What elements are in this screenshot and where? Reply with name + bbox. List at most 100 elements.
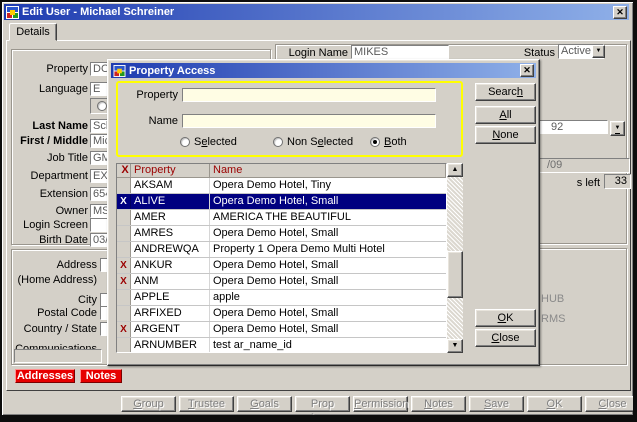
table-header-row: X Property Name <box>117 164 446 178</box>
ok-button[interactable]: OK <box>527 396 582 412</box>
property-table: X Property Name AKSAM Opera Demo Hotel, … <box>116 163 447 353</box>
dialog-name-input[interactable] <box>182 114 436 128</box>
dialog-property-input[interactable] <box>182 88 436 102</box>
scroll-up-icon[interactable]: ▲ <box>447 163 463 177</box>
country-state-label: Country / State <box>2 322 97 336</box>
notes-red-button[interactable]: Notes <box>80 369 122 383</box>
notes-button[interactable]: Notes <box>411 396 466 412</box>
cell-x: X <box>117 258 131 273</box>
trustee-button[interactable]: Trustee <box>179 396 234 412</box>
status-label: Status <box>502 46 555 60</box>
cell-x <box>117 226 131 241</box>
dialog-property-label: Property <box>118 88 178 102</box>
window-titlebar[interactable]: Edit User - Michael Schreiner ✕ <box>4 4 629 20</box>
last-name-label: Last Name <box>2 119 88 133</box>
header-property: Property <box>131 164 210 177</box>
addresses-button[interactable]: Addresses <box>15 369 75 383</box>
header-x: X <box>117 164 131 177</box>
tab-details[interactable]: Details <box>9 23 57 41</box>
radio-both-dot <box>370 137 380 147</box>
table-row[interactable]: ARFIXED Opera Demo Hotel, Small <box>117 306 446 322</box>
table-row[interactable]: X ANKUR Opera Demo Hotel, Small <box>117 258 446 274</box>
cell-name: Opera Demo Hotel, Small <box>210 306 446 321</box>
all-button[interactable]: All <box>475 106 536 124</box>
radio-selected-label: Selected <box>194 136 237 148</box>
table-row[interactable]: X ANM Opera Demo Hotel, Small <box>117 274 446 290</box>
table-scrollbar[interactable]: ▲ ▼ <box>447 163 463 353</box>
job-title-label: Job Title <box>2 151 88 165</box>
cell-x: X <box>117 194 131 209</box>
lov-button[interactable]: ▼ <box>610 121 625 136</box>
cell-property: AMRES <box>131 226 210 241</box>
rms-text-fragment: RMS <box>541 313 565 325</box>
table-row[interactable]: AKSAM Opera Demo Hotel, Tiny <box>117 178 446 194</box>
table-row[interactable]: APPLE apple <box>117 290 446 306</box>
scroll-down-icon[interactable]: ▼ <box>447 339 463 353</box>
header-name: Name <box>210 164 446 177</box>
cell-x: X <box>117 322 131 337</box>
prop-acc-button[interactable]: Prop Acc... <box>295 396 350 412</box>
dialog-titlebar[interactable]: Property Access ✕ <box>111 63 536 78</box>
language-label: Language <box>2 82 88 96</box>
cell-name: apple <box>210 290 446 305</box>
cell-property: APPLE <box>131 290 210 305</box>
cell-x <box>117 338 131 353</box>
radio-non-selected-label: Non Selected <box>287 136 353 148</box>
login-name-label: Login Name <box>278 46 348 60</box>
none-button[interactable]: None <box>475 126 536 144</box>
table-row[interactable]: ANDREWQA Property 1 Opera Demo Multi Hot… <box>117 242 446 258</box>
extension-label: Extension <box>2 187 88 201</box>
cell-name: Opera Demo Hotel, Small <box>210 274 446 289</box>
radio-selected[interactable]: Selected <box>180 136 237 148</box>
window-title: Edit User - Michael Schreiner <box>22 6 610 18</box>
permission-button[interactable]: Permission <box>353 396 408 412</box>
dialog-close-button[interactable]: Close <box>475 329 536 347</box>
radio-both[interactable]: Both <box>370 136 407 148</box>
cell-name: AMERICA THE BEAUTIFUL <box>210 210 446 225</box>
table-row[interactable]: X ARGENT Opera Demo Hotel, Small <box>117 322 446 338</box>
save-button[interactable]: Save <box>469 396 524 412</box>
radio-both-label: Both <box>384 136 407 148</box>
radio-dot <box>97 101 107 111</box>
logins-left-value: 33 <box>604 174 631 189</box>
first-middle-label: First / Middle <box>2 134 88 148</box>
cell-property: ARGENT <box>131 322 210 337</box>
scrollbar-thumb[interactable] <box>447 251 463 298</box>
group-button[interactable]: Group <box>121 396 176 412</box>
table-row[interactable]: AMRES Opera Demo Hotel, Small <box>117 226 446 242</box>
dialog-name-label: Name <box>118 114 178 128</box>
login-screen-label: Login Screen <box>2 218 88 232</box>
cell-name: test ar_name_id <box>210 338 446 353</box>
radio-non-selected-dot <box>273 137 283 147</box>
dialog-close-icon[interactable]: ✕ <box>520 64 534 77</box>
department-label: Department <box>2 169 88 183</box>
dialog-ok-button[interactable]: OK <box>475 309 536 327</box>
cell-property: ARFIXED <box>131 306 210 321</box>
close-icon[interactable]: ✕ <box>613 6 627 19</box>
address-label: Address <box>2 258 97 272</box>
close-button[interactable]: Close <box>585 396 637 412</box>
table-row[interactable]: AMER AMERICA THE BEAUTIFUL <box>117 210 446 226</box>
lov-arrow-icon: ▼ <box>615 124 621 134</box>
edit-user-window: Edit User - Michael Schreiner ✕ Details … <box>0 0 637 422</box>
status-dropdown-arrow-icon[interactable]: ▼ <box>592 45 605 58</box>
cell-name: Opera Demo Hotel, Tiny <box>210 178 446 193</box>
table-row[interactable]: X ALIVE Opera Demo Hotel, Small <box>117 194 446 210</box>
postal-code-label: Postal Code <box>2 306 97 320</box>
cell-property: ANDREWQA <box>131 242 210 257</box>
cell-name: Property 1 Opera Demo Multi Hotel <box>210 242 446 257</box>
communications-field[interactable] <box>14 349 102 363</box>
goals-button[interactable]: Goals <box>237 396 292 412</box>
search-button[interactable]: Search <box>475 83 536 101</box>
radio-non-selected[interactable]: Non Selected <box>273 136 353 148</box>
cell-x <box>117 290 131 305</box>
cell-x <box>117 242 131 257</box>
table-row[interactable]: ARNUMBER test ar_name_id <box>117 338 446 353</box>
cell-property: AKSAM <box>131 178 210 193</box>
login-name-field[interactable]: MIKES <box>351 45 449 59</box>
dialog-app-icon <box>113 65 126 77</box>
cell-x <box>117 178 131 193</box>
cell-name: Opera Demo Hotel, Small <box>210 194 446 209</box>
radio-selected-dot <box>180 137 190 147</box>
cell-property: ANM <box>131 274 210 289</box>
